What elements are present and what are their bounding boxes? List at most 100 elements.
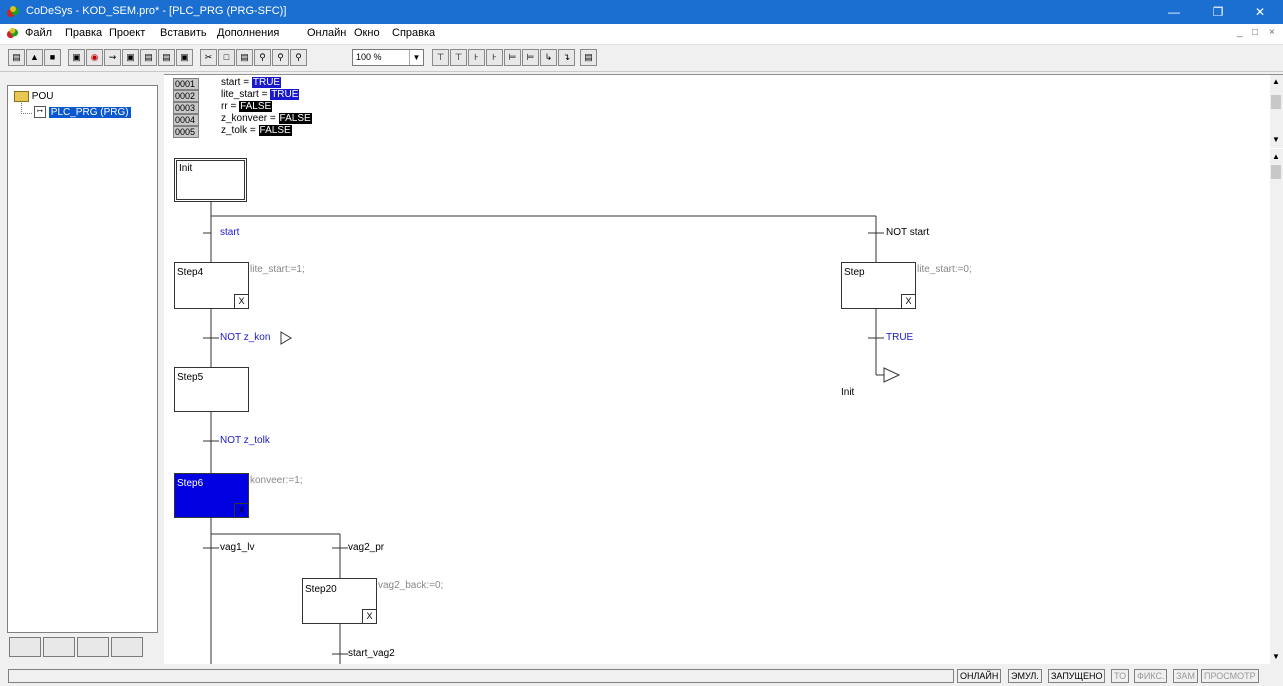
- status-message: [8, 669, 954, 683]
- tree-connector: [21, 103, 32, 114]
- step-step6-active[interactable]: Step6 X: [174, 473, 249, 518]
- action-step4: lite_start:=1;: [250, 264, 305, 275]
- variable-value[interactable]: FALSE: [278, 113, 312, 124]
- alternative-branch-right-icon[interactable]: ⊦: [468, 49, 485, 66]
- tab-resources-icon[interactable]: [111, 637, 143, 657]
- step-transition-after-icon[interactable]: ⊤: [450, 49, 467, 66]
- step-over-icon[interactable]: ▤: [158, 49, 175, 66]
- transition-start[interactable]: start: [220, 227, 239, 238]
- sfc-scrollbar[interactable]: ▲ ▼: [1270, 149, 1283, 664]
- minimize-button[interactable]: —: [1154, 2, 1194, 22]
- menu-file[interactable]: Файл: [25, 27, 52, 39]
- paste-icon[interactable]: ▤: [236, 49, 253, 66]
- variable-name: z_tolk =: [221, 125, 259, 136]
- chevron-down-icon[interactable]: ▼: [409, 50, 423, 65]
- menu-help[interactable]: Справка: [392, 27, 435, 39]
- close-button[interactable]: ✕: [1240, 2, 1280, 22]
- menu-online[interactable]: Онлайн: [307, 27, 346, 39]
- variable-row[interactable]: lite_start = TRUE: [221, 89, 300, 100]
- transition-jump-icon[interactable]: ↴: [558, 49, 575, 66]
- mdi-minimize-button[interactable]: _: [1237, 27, 1243, 38]
- status-view: ПРОСМОТР: [1201, 669, 1259, 683]
- variable-name: lite_start =: [221, 89, 271, 100]
- step-step5[interactable]: Step5: [174, 367, 249, 412]
- mdi-close-button[interactable]: ×: [1269, 27, 1275, 38]
- action-step20: vag2_back:=0;: [378, 580, 444, 591]
- sfc-editor[interactable]: Init start NOT start Step4 X lite_start:…: [164, 149, 1270, 664]
- copy-icon[interactable]: □: [218, 49, 235, 66]
- tree-item-plc-prg[interactable]: ↦ PLC_PRG (PRG): [34, 106, 131, 118]
- action-marker: X: [234, 294, 248, 308]
- parallel-branch-left-icon[interactable]: ⊨: [522, 49, 539, 66]
- menu-edit[interactable]: Правка: [65, 27, 102, 39]
- variable-name: z_konveer =: [221, 113, 279, 124]
- menu-extras[interactable]: Дополнения: [217, 27, 279, 39]
- toolbar: ▤ ▲ ■ ▣ ◉ ⇝ ▣ ▤ ▤ ▣ ✂ □ ▤ ⚲ ⚲ ⚲ 100 % ▼ …: [0, 45, 1283, 72]
- line-number: 0003: [173, 102, 199, 114]
- cut-icon[interactable]: ✂: [200, 49, 217, 66]
- login-icon[interactable]: ▣: [68, 49, 85, 66]
- scroll-up-icon[interactable]: ▲: [1272, 152, 1280, 161]
- variable-value[interactable]: TRUE: [251, 77, 282, 88]
- tab-visualizations-icon[interactable]: [77, 637, 109, 657]
- action-marker: X: [362, 609, 376, 623]
- open-file-icon[interactable]: ▲: [26, 49, 43, 66]
- step-init[interactable]: Init: [174, 158, 247, 202]
- parallel-branch-right-icon[interactable]: ⊨: [504, 49, 521, 66]
- scroll-down-icon[interactable]: ▼: [1272, 652, 1280, 661]
- step-step20[interactable]: Step20 X: [302, 578, 377, 624]
- step-step4[interactable]: Step4 X: [174, 262, 249, 309]
- transition-true[interactable]: TRUE: [886, 332, 913, 343]
- transition-start-vag2[interactable]: start_vag2: [348, 648, 395, 659]
- variable-value[interactable]: TRUE: [270, 89, 300, 100]
- stop-icon[interactable]: ◉: [86, 49, 103, 66]
- transition-vag1-lv[interactable]: vag1_lv: [220, 542, 254, 553]
- variable-row[interactable]: start = TRUE: [221, 77, 282, 88]
- variable-row[interactable]: rr = FALSE: [221, 101, 273, 112]
- action-marker: X: [234, 503, 248, 517]
- declaration-scrollbar[interactable]: ▲ ▼: [1270, 75, 1283, 148]
- tab-datatypes-icon[interactable]: [43, 637, 75, 657]
- jump-target-label: Init: [841, 387, 855, 398]
- menu-insert[interactable]: Вставить: [160, 27, 207, 39]
- scroll-down-icon[interactable]: ▼: [1272, 135, 1280, 144]
- run-icon[interactable]: ⇝: [104, 49, 121, 66]
- save-icon[interactable]: ■: [44, 49, 61, 66]
- transition-not-z-tolk[interactable]: NOT z_tolk: [220, 435, 270, 446]
- step-step[interactable]: Step X: [841, 262, 916, 309]
- declaration-pane[interactable]: 0001 start = TRUE 0002 lite_start = TRUE 000…: [164, 74, 1283, 152]
- variable-value[interactable]: FALSE: [258, 125, 292, 136]
- alternative-branch-left-icon[interactable]: ⊦: [486, 49, 503, 66]
- variable-row[interactable]: z_tolk = FALSE: [221, 125, 292, 136]
- scroll-thumb[interactable]: [1271, 165, 1281, 179]
- line-number: 0005: [173, 126, 199, 138]
- line-number: 0002: [173, 90, 199, 102]
- logout-icon[interactable]: ▣: [122, 49, 139, 66]
- tab-pou-icon[interactable]: [9, 637, 41, 657]
- scroll-up-icon[interactable]: ▲: [1272, 77, 1280, 86]
- restore-button[interactable]: ❐: [1198, 2, 1238, 22]
- menu-window[interactable]: Окно: [354, 27, 380, 39]
- transition-not-start[interactable]: NOT start: [886, 227, 929, 238]
- zoom-select[interactable]: 100 % ▼: [352, 49, 424, 66]
- menu-project[interactable]: Проект: [109, 27, 145, 39]
- step-name: Step5: [177, 372, 204, 383]
- scroll-thumb[interactable]: [1271, 95, 1281, 109]
- jump-icon[interactable]: ↳: [540, 49, 557, 66]
- variable-value[interactable]: FALSE: [239, 101, 273, 112]
- tree-root-pou[interactable]: POU: [14, 91, 53, 102]
- find-icon[interactable]: ⚲: [254, 49, 271, 66]
- new-file-icon[interactable]: ▤: [8, 49, 25, 66]
- transition-vag2-pr[interactable]: vag2_pr: [348, 542, 384, 553]
- macro-icon[interactable]: ▤: [580, 49, 597, 66]
- title-bar: CoDeSys - KOD_SEM.pro* - [PLC_PRG (PRG-S…: [0, 0, 1283, 24]
- transition-not-z-kon[interactable]: NOT z_kon: [220, 332, 270, 343]
- step-transition-before-icon[interactable]: ⊤: [432, 49, 449, 66]
- breakpoint-icon[interactable]: ▣: [176, 49, 193, 66]
- status-bar: ОНЛАЙН ЭМУЛ. ЗАПУЩЕНО ТО ФИКС. ЗАМ ПРОСМ…: [0, 667, 1283, 686]
- step-in-icon[interactable]: ▤: [140, 49, 157, 66]
- find-next-icon[interactable]: ⚲: [272, 49, 289, 66]
- replace-icon[interactable]: ⚲: [290, 49, 307, 66]
- mdi-restore-button[interactable]: □: [1252, 27, 1258, 38]
- variable-row[interactable]: z_konveer = FALSE: [221, 113, 312, 124]
